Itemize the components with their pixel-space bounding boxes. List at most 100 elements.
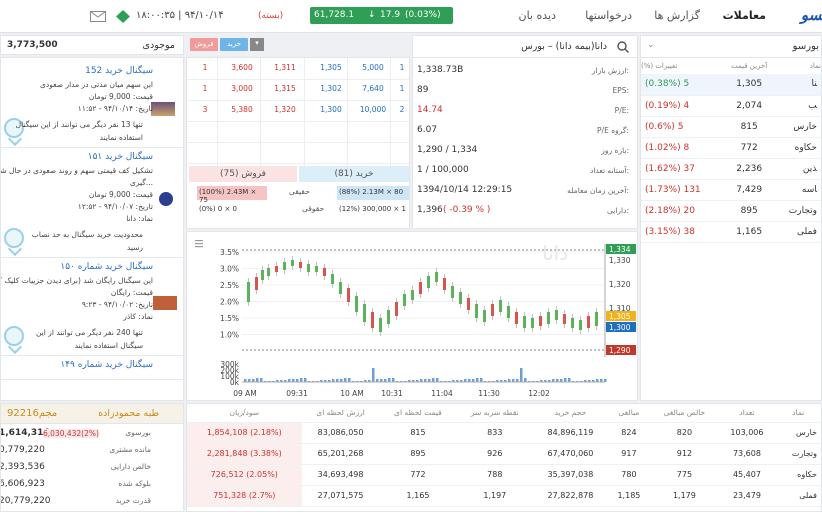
candle [523, 316, 526, 328]
volume-bar [432, 378, 435, 382]
candle [539, 316, 542, 326]
volume-bar [480, 378, 483, 382]
balance-title: موجودی [142, 40, 175, 51]
info-value: 6.07 [417, 125, 438, 135]
holdings-col-header: سود/زیان [187, 404, 302, 423]
search-icon[interactable] [617, 41, 629, 53]
orderbook-cell: 3,600 [231, 63, 253, 72]
row-symbol: وتجارت [773, 200, 821, 222]
candle [419, 282, 422, 294]
signal-title[interactable]: سیگنال خرید شماره ۱۴۹ [60, 360, 153, 370]
holdings-row[interactable]: خارس 103,006 820 824 84,896,119 833 815 83,086,… [187, 422, 821, 444]
volume-bar [260, 378, 263, 382]
row-symbol: حکاوه [773, 137, 821, 159]
orderbook-cell: 5,380 [231, 105, 253, 114]
row-symbol: ﻨﺎ [773, 74, 821, 96]
nav-reports[interactable]: گزارش ها [654, 9, 700, 22]
menu-icon[interactable] [195, 246, 203, 248]
candle [435, 272, 438, 282]
info-value: 14.74 [417, 105, 443, 115]
orderbook-cell: 3 [202, 105, 208, 114]
holdings-col-header: ارزش لحظه ای [301, 404, 380, 423]
watchlist-row[interactable]: ﻨﺎ 1,305 (0.38%) 5 [641, 74, 821, 96]
pct-tick: 1.5% [220, 314, 239, 323]
signal-line: قیمت: رایگان [110, 288, 153, 297]
nav-requests[interactable]: درخواستها [585, 9, 632, 22]
signal-line: قیمت: 9,000 تومان [88, 190, 153, 199]
col-change: تغییرات (%) [641, 62, 678, 70]
holdings-cell-count: 73,608 [718, 443, 776, 465]
holdings-cell-price: 895 [379, 443, 457, 465]
chevron-down-icon[interactable]: ⌄ [647, 40, 655, 50]
holdings-row[interactable]: فملی 23,479 1,179 1,185 27,822,878 1,197 1,165… [187, 485, 821, 507]
watchlist-row[interactable]: وتجارت 895 (2.18%) 20 [641, 200, 821, 222]
price-chart[interactable]: دانا 3.5% 3.0% 2.5% 2.0% 1.5% 1.0% 1,330 1,320 1,… [187, 232, 638, 401]
info-label: P/E: [614, 106, 629, 115]
candle [555, 310, 558, 320]
signal-line: نماد: کاذر [123, 312, 153, 321]
watchlist-row[interactable]: خارس 815 (0.6%) 5 [641, 116, 821, 138]
sell-button[interactable]: فروش [190, 38, 218, 51]
signal-logo-icon [159, 192, 173, 206]
candle [403, 294, 406, 306]
candle [483, 310, 486, 322]
symbol-title: دانا(بیمه دانا) – بورس [521, 41, 607, 52]
candle [331, 274, 334, 284]
candle [499, 300, 502, 312]
watchlist-row[interactable]: فملی 1,165 (3.15%) 38 [641, 221, 821, 243]
x-tick: 11:30 [478, 389, 500, 398]
buy-button[interactable]: خرید [220, 38, 248, 51]
watchlist-header[interactable]: بورسو ⌄ [641, 36, 821, 58]
info-value: 1,338.73B [417, 65, 464, 75]
trade-panel: 3,773,500 موجودی [0, 35, 184, 55]
watchlist-title: بورسو [792, 41, 819, 52]
market-index[interactable]: 61,728.1 ↓ 17.9 (0.03%) [310, 7, 453, 24]
mail-icon[interactable] [90, 11, 106, 22]
holdings-cell-sym: خارس [775, 422, 821, 444]
holdings-cell-val: 27,071,575 [301, 485, 380, 507]
signal-title[interactable]: سیگنال خرید 152 [85, 66, 153, 76]
signal-title[interactable]: سیگنال خرید شماره ۱۵۰ [60, 262, 153, 272]
holdings-panel: نماد تعداد خالص مبالغی مبالغی حجم خرید نقطه س… [186, 403, 822, 512]
buy-legal: (12%) 300,000 × 1 [339, 205, 406, 213]
candle [547, 312, 550, 324]
dropdown-arrow-icon[interactable]: ▾ [250, 38, 264, 51]
row-change: (1.02%) 8 [641, 137, 726, 159]
volume-bar [392, 378, 395, 382]
menu-icon[interactable] [195, 240, 203, 242]
row-price: 2,074 [725, 95, 774, 117]
signal-icon[interactable] [116, 10, 130, 23]
nav-watch[interactable]: دیده بان [519, 9, 557, 22]
signal-title[interactable]: سیگنال خرید ۱۵۱ [88, 152, 153, 162]
col-price: آخرین قیمت [731, 62, 768, 70]
portfolio-title: طبه محمودزاده [98, 408, 159, 419]
nav-trades[interactable]: معاملات [723, 9, 766, 22]
volume-bar [300, 378, 303, 382]
candle [363, 304, 366, 322]
app-logo[interactable]: ﺴﻮ [801, 6, 822, 24]
holdings-cell-amt: 1,185 [607, 485, 651, 507]
candle [283, 262, 286, 270]
orderbook-cell: 10,000 [359, 105, 387, 114]
holdings-cell-net: 912 [650, 443, 719, 465]
holdings-col-header: خالص مبالغی [650, 404, 719, 423]
candle [323, 268, 326, 276]
divider [1, 257, 183, 258]
holdings-row[interactable]: حکاوه 45,407 775 780 35,397,038 788 772 34,693,… [187, 464, 821, 486]
orderbook-cell: 1 [399, 63, 405, 72]
orderbook-cell: 1,302 [320, 84, 342, 93]
orderbook-cell: 1 [202, 84, 208, 93]
holdings-col-header: نماد [775, 404, 821, 423]
watchlist-row[interactable]: ﺎﺳﻪ 7,429 (1.73%) 131 [641, 179, 821, 201]
signal-line: تاریخ: ۹۴/۱۰/۰۲ - ۹:۲۳ [81, 300, 153, 309]
holdings-row[interactable]: وتجارت 73,608 912 917 67,470,060 926 895 65,201… [187, 443, 821, 465]
menu-icon[interactable] [195, 243, 203, 245]
watchlist-row[interactable]: ﺐ 2,074 (0.19%) 4 [641, 95, 821, 117]
info-label: آستانه تعداد: [589, 166, 629, 175]
candle [595, 312, 598, 326]
index-value: 61,728.1 [314, 10, 355, 20]
watchlist-row[interactable]: ﺬﯾﻦ 2,236 (1.62%) 37 [641, 158, 821, 180]
x-tick: 09 AM [233, 389, 257, 398]
watchlist-row[interactable]: حکاوه 772 (1.02%) 8 [641, 137, 821, 159]
volume-bar [436, 378, 439, 382]
